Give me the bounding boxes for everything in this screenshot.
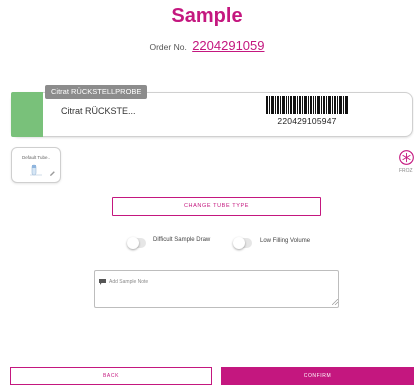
order-label: Order No. [149, 42, 187, 52]
sample-note-placeholder: Add Sample Note [109, 279, 149, 285]
confirm-button[interactable]: CONFIRM [221, 367, 414, 385]
sample-note-input[interactable] [94, 270, 339, 308]
difficult-draw-label: Difficult Sample Draw [153, 237, 211, 243]
barcode-icon [266, 96, 348, 114]
tube-cap-color [11, 92, 43, 137]
tube-type-tag: Citrat RÜCKSTELLPROBE [45, 85, 148, 99]
pencil-icon[interactable] [49, 170, 56, 177]
toggle-knob [233, 237, 245, 249]
default-tube-label: Default Tube.. [21, 155, 51, 160]
order-info: Order No. 2204291059 [0, 38, 414, 53]
order-number-link[interactable]: 2204291059 [192, 38, 264, 53]
difficult-draw-toggle[interactable] [127, 237, 146, 249]
resize-handle-icon[interactable] [332, 299, 338, 305]
toggle-knob [127, 237, 139, 249]
snowflake-icon[interactable] [399, 150, 414, 165]
low-filling-label: Low Filling Volume [260, 238, 311, 244]
tube-name: Citrat RÜCKSTE... [61, 106, 136, 116]
tube-icon [30, 164, 42, 176]
change-tube-type-button[interactable]: CHANGE TUBE TYPE [112, 197, 321, 216]
back-button[interactable]: BACK [10, 367, 212, 385]
frozen-label: FROZ [399, 168, 413, 174]
page-title: Sample [171, 5, 243, 27]
barcode-number: 220429105947 [277, 116, 337, 126]
comment-icon [99, 279, 106, 285]
low-filling-toggle[interactable] [233, 237, 252, 249]
